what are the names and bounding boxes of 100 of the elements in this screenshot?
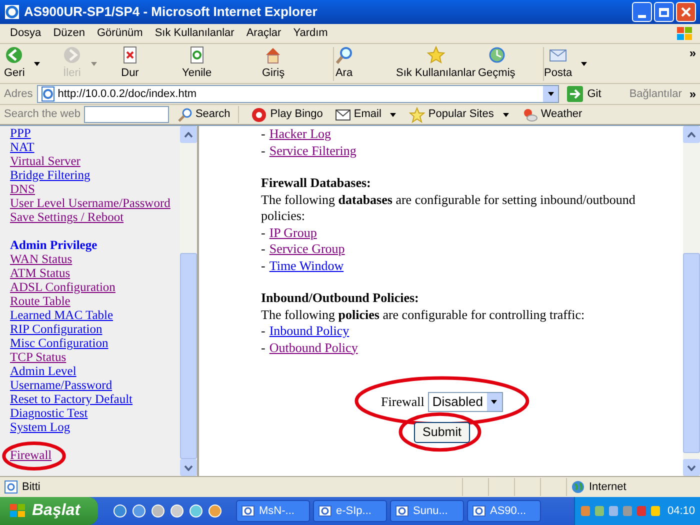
toolbar-button[interactable]: Posta [544, 45, 572, 82]
sidebar-link[interactable]: User Level Username/Password [10, 196, 170, 210]
toolbar-button[interactable]: Dur [120, 45, 140, 82]
scrollbar[interactable] [180, 126, 197, 476]
caret-icon[interactable] [389, 110, 398, 118]
sidebar-link[interactable]: ADSL Configuration [10, 280, 116, 294]
toolbar-link[interactable]: Popular Sites [409, 106, 494, 123]
sidebar-link[interactable]: Save Settings / Reboot [10, 210, 124, 224]
content-link[interactable]: Service Filtering [269, 142, 356, 159]
windows-flag-icon [8, 502, 28, 520]
content-link[interactable]: Service Group [269, 241, 345, 258]
star-icon [426, 45, 446, 66]
field-label: Firewall [381, 394, 424, 410]
firewall-select[interactable]: Disabled [428, 392, 503, 412]
sidebar-link[interactable]: DNS [10, 182, 36, 196]
window-icon [318, 504, 332, 518]
address-label: Adres [4, 86, 33, 102]
dropdown-button[interactable] [543, 86, 558, 102]
window-icon [395, 504, 409, 518]
page-icon [40, 86, 56, 102]
toolbar-button[interactable]: Ara [334, 45, 354, 82]
toolbar-link[interactable]: Weather [522, 106, 582, 123]
caret-icon[interactable] [32, 60, 41, 68]
menu-item[interactable]: Dosya [4, 25, 48, 42]
toolbar-link[interactable]: Email [334, 106, 382, 123]
window-title: AS900UR-SP1/SP4 - Microsoft Internet Explorer [24, 3, 318, 22]
sidebar-link[interactable]: TCP Status [10, 350, 66, 364]
search-label: Search the web [4, 107, 80, 122]
maximize-icon[interactable] [654, 2, 674, 22]
taskbar-button[interactable]: MsN-... [236, 500, 310, 522]
section-heading: Firewall Databases: [261, 175, 372, 192]
more-button[interactable]: » [689, 85, 696, 103]
sidebar-link[interactable]: Learned MAC Table [10, 308, 114, 322]
caret-icon [490, 398, 498, 406]
arrow-icon [567, 86, 584, 102]
taskbar-button[interactable]: Sunu... [390, 500, 464, 522]
toolbar-button[interactable]: Giriş [262, 45, 285, 82]
window-icon [241, 504, 255, 518]
start-button[interactable]: Başlat [0, 497, 98, 525]
scrollbar[interactable] [683, 126, 700, 476]
toolbar-link[interactable]: Play Bingo [251, 106, 323, 123]
sidebar-link[interactable]: WAN Status [10, 252, 72, 266]
sidebar-link[interactable]: Username/Password [10, 378, 112, 392]
history-icon [486, 45, 507, 66]
menu-item[interactable]: Düzen [47, 25, 91, 42]
caret-icon[interactable] [502, 110, 510, 118]
tray-icon[interactable] [650, 504, 661, 518]
sidebar-link[interactable]: Bridge Filtering [10, 168, 90, 182]
sidebar-link[interactable]: ATM Status [10, 266, 70, 280]
menu-item[interactable]: Sık Kullanılanlar [148, 25, 240, 42]
bullet-dash: - [261, 323, 266, 340]
more-button[interactable]: » [689, 44, 696, 62]
envelope-icon [334, 106, 351, 122]
bullet-dash: - [261, 142, 266, 159]
content-link[interactable]: Hacker Log [269, 126, 332, 142]
toolbar-button[interactable]: Yenile [182, 45, 212, 82]
content-link[interactable]: Outbound Policy [269, 340, 358, 356]
sidebar-link[interactable]: PPP [10, 126, 31, 140]
scrollbar-thumb[interactable] [683, 253, 700, 453]
content-link[interactable]: IP Group [269, 224, 317, 241]
ie-icon [4, 4, 20, 20]
description: The following policies are configurable for controlling traffic: [261, 306, 586, 323]
search-button[interactable]: Search [177, 106, 240, 123]
links-label[interactable]: Bağlantılar [629, 86, 686, 102]
sidebar-link[interactable]: Admin Level [10, 364, 76, 378]
sidebar-link[interactable]: Misc Configuration [10, 336, 108, 350]
menu-item[interactable]: Yardım [287, 25, 334, 42]
caret-icon [546, 90, 555, 98]
caret-icon[interactable] [580, 60, 588, 68]
sidebar-link[interactable]: System Log [10, 420, 70, 434]
search-field[interactable] [84, 106, 170, 123]
toolbar-button[interactable]: Geçmiş [478, 45, 516, 82]
scrollbar-thumb[interactable] [180, 253, 197, 459]
window-icon [472, 504, 486, 518]
sidebar-link[interactable]: Reset to Factory Default [10, 392, 133, 406]
zone-text: Internet [589, 480, 626, 495]
taskbar-button[interactable]: AS90... [467, 500, 541, 522]
submit-button[interactable]: Submit [414, 422, 470, 443]
bullet-dash: - [261, 224, 266, 241]
disc-icon [251, 106, 268, 122]
content-link[interactable]: Inbound Policy [269, 323, 350, 340]
taskbar-button[interactable]: e-SIp... [313, 500, 387, 522]
description: The following databases are configurable for setting inbound/outbound policies: [261, 192, 636, 224]
minimize-icon[interactable] [632, 2, 652, 22]
address-field[interactable]: http://10.0.0.2/doc/index.htm [36, 85, 560, 103]
sidebar-link[interactable]: NAT [10, 140, 34, 154]
sidebar-link[interactable]: Diagnostic Test [10, 406, 88, 420]
go-button[interactable]: Git [563, 86, 606, 102]
toolbar-button[interactable]: Geri [4, 45, 25, 82]
sidebar-link[interactable]: Virtual Server [10, 154, 80, 168]
section-heading: Inbound/Outbound Policies: [261, 290, 420, 306]
close-icon[interactable] [676, 2, 696, 22]
menu-item[interactable]: Görünüm [90, 25, 149, 42]
sidebar-link[interactable]: RIP Configuration [10, 322, 102, 336]
menu-item[interactable]: Araçlar [240, 25, 288, 42]
bullet-dash: - [261, 258, 266, 274]
content-link[interactable]: Time Window [269, 258, 344, 274]
sun-cloud-icon [522, 106, 538, 122]
toolbar-button[interactable]: Sık Kullanılanlar [396, 45, 476, 82]
sidebar-link[interactable]: Route Table [10, 294, 70, 308]
